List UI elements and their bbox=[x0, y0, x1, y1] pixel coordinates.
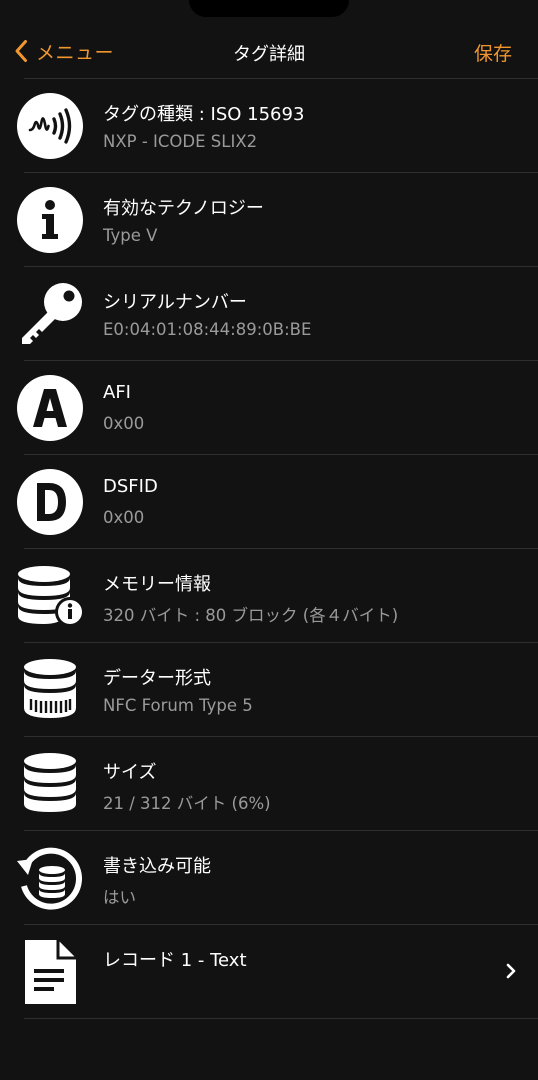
list-item-record-1[interactable]: レコード 1 - Text bbox=[24, 925, 538, 1019]
device-notch bbox=[189, 0, 349, 17]
list-item-tag-type: タグの種類 : ISO 15693 NXP - ICODE SLIX2 bbox=[17, 79, 538, 173]
page-title: タグ詳細 bbox=[233, 44, 305, 65]
list-item-dsfid: DSFID 0x00 bbox=[17, 455, 538, 549]
row-title: データー形式 bbox=[103, 668, 211, 689]
document-icon bbox=[16, 938, 84, 1006]
row-value: 0x00 bbox=[103, 508, 145, 527]
row-value: はい bbox=[103, 888, 136, 907]
row-title: メモリー情報 bbox=[103, 574, 211, 595]
row-title: レコード 1 - Text bbox=[103, 950, 247, 971]
database-info-icon bbox=[16, 562, 84, 630]
row-value: NFC Forum Type 5 bbox=[103, 696, 253, 715]
letter-d-icon bbox=[16, 468, 84, 536]
list-item-data-format: データー形式 NFC Forum Type 5 bbox=[24, 643, 538, 737]
row-title: 有効なテクノロジー bbox=[103, 198, 264, 219]
row-value: 320 バイト : 80 ブロック (各４バイト) bbox=[103, 606, 399, 625]
chevron-right-icon bbox=[506, 963, 516, 979]
list-item-afi: AFI 0x00 bbox=[17, 361, 538, 455]
key-icon bbox=[16, 280, 84, 348]
row-value: NXP - ICODE SLIX2 bbox=[103, 132, 258, 151]
navigation-bar: メニュー タグ詳細 保存 bbox=[0, 28, 538, 74]
nfc-wave-icon bbox=[16, 92, 84, 160]
list-item-size: サイズ 21 / 312 バイト (6%) bbox=[24, 737, 538, 831]
row-value: 21 / 312 バイト (6%) bbox=[103, 794, 271, 813]
list-item-writable: 書き込み可能 はい bbox=[17, 831, 538, 925]
database-rewrite-icon bbox=[16, 844, 84, 912]
info-icon bbox=[16, 186, 84, 254]
row-value: Type V bbox=[103, 226, 158, 245]
tag-detail-list: タグの種類 : ISO 15693 NXP - ICODE SLIX2 有効なテ… bbox=[0, 79, 538, 1019]
list-item-serial-number: シリアルナンバー E0:04:01:08:44:89:0B:BE bbox=[22, 267, 538, 361]
list-item-technology: 有効なテクノロジー Type V bbox=[17, 173, 538, 267]
row-title: AFI bbox=[103, 382, 131, 403]
row-title: 書き込み可能 bbox=[103, 856, 211, 877]
letter-a-icon bbox=[16, 374, 84, 442]
row-title: タグの種類 : ISO 15693 bbox=[103, 104, 305, 125]
database-format-icon bbox=[16, 656, 84, 724]
save-button[interactable]: 保存 bbox=[474, 39, 512, 66]
database-icon bbox=[16, 750, 84, 818]
row-title: DSFID bbox=[103, 476, 158, 497]
row-value: 0x00 bbox=[103, 414, 145, 433]
row-value: E0:04:01:08:44:89:0B:BE bbox=[103, 320, 312, 339]
list-item-memory-info: メモリー情報 320 バイト : 80 ブロック (各４バイト) bbox=[18, 549, 538, 643]
row-title: シリアルナンバー bbox=[103, 292, 247, 313]
row-title: サイズ bbox=[103, 762, 157, 783]
